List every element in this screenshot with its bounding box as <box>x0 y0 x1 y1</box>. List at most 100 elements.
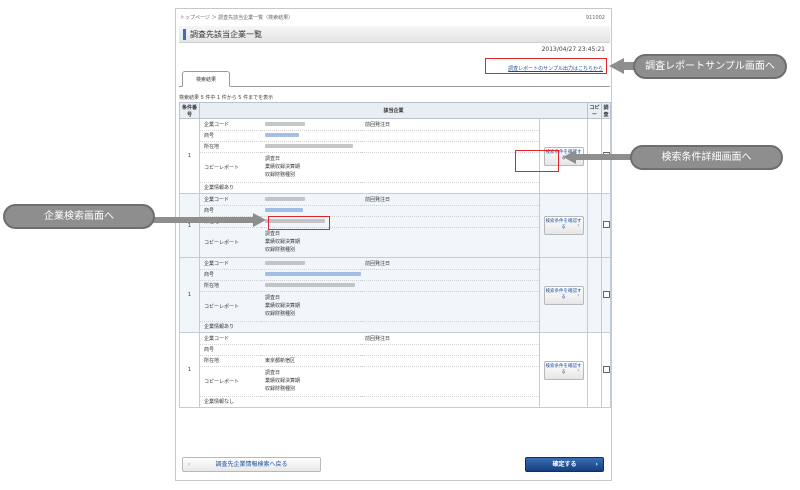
chevron-right-icon: › <box>577 291 580 299</box>
survey-cell <box>601 193 611 258</box>
company-info-status: 企業情報あり <box>204 185 235 192</box>
company-code-value <box>265 260 305 265</box>
survey-checkbox[interactable] <box>602 221 610 228</box>
tab-divider <box>179 86 610 87</box>
company-info-status: 企業情報あり <box>200 321 539 332</box>
action-cell: 検索条件を確認する › <box>538 332 589 408</box>
survey-checkbox[interactable] <box>602 151 610 159</box>
company-info-cell: 企業コード 前回発注日 商号 所在地 東京都新宿区 コピーレポート 調査日 業績… <box>199 332 540 408</box>
label-company-name: 商号 <box>200 205 261 217</box>
company-name-link[interactable] <box>265 133 299 137</box>
screen-id: 911002 <box>585 15 605 21</box>
header-condition-no: 条件番号 <box>179 102 200 119</box>
header-copy: コピー <box>587 102 603 119</box>
chevron-right-icon: › <box>577 366 580 374</box>
label-financial-type: 収録財務種別 <box>265 311 296 317</box>
chevron-right-icon: › <box>577 222 580 229</box>
title-bar: 調査先該当企業一覧 <box>179 26 610 43</box>
address-value <box>265 283 355 287</box>
confirm-button[interactable]: 確定する › <box>525 457 604 472</box>
label-settlement: 業績収録決算期 <box>265 378 301 384</box>
label-settlement: 業績収録決算期 <box>265 303 301 309</box>
search-detail-button[interactable]: 検索条件を確認する › <box>543 360 584 380</box>
results-table: 条件番号 該当企業 コピー 調査 1 企業コード 前回発注日 商号 所在地 コピ… <box>179 102 611 408</box>
table-row: 1 企業コード 前回発注日 商号 所在地 東京都新宿区 コピーレポート 調査日 <box>179 332 611 408</box>
label-company-code: 企業コード <box>200 333 261 345</box>
company-info-cell: 企業コード 前回発注日 商号 所在地 コピーレポート 調査日 業績収録決算期 収… <box>199 257 540 333</box>
table-header-row: 条件番号 該当企業 コピー 調査 <box>179 102 611 119</box>
label-company-name: 商号 <box>200 269 261 281</box>
copy-cell <box>587 257 603 333</box>
address-value <box>265 144 353 148</box>
company-code-value <box>265 121 305 126</box>
label-survey-date: 調査日 <box>265 156 281 162</box>
label-copy-report: コピーレポート <box>200 366 261 397</box>
callout-report-sample: 調査レポートサンプル画面へ <box>633 54 787 79</box>
action-cell: 検索条件を確認する › <box>538 257 589 333</box>
back-to-search-button[interactable]: ‹ 調査先企業情報検索へ戻る <box>182 457 321 472</box>
copy-cell <box>587 193 603 258</box>
search-detail-button[interactable]: 検索条件を確認する › <box>543 285 584 305</box>
row-number: 1 <box>179 257 200 333</box>
copy-cell <box>587 118 603 194</box>
company-info-cell: 企業コード 前回発注日 商号 所在地 コピーレポート 調査日 業績収録決算期 収… <box>199 193 540 258</box>
callout-search-detail: 検索条件詳細画面へ <box>630 145 783 170</box>
label-financial-type: 収録財務種別 <box>265 172 296 178</box>
copy-cell <box>587 332 603 408</box>
chevron-right-icon: › <box>595 461 598 468</box>
company-code-value <box>265 196 305 201</box>
label-address: 所在地 <box>200 141 261 153</box>
company-name-link[interactable] <box>265 272 361 276</box>
label-last-order: 前回発注日 <box>361 119 539 131</box>
row-number: 1 <box>179 193 200 258</box>
highlight-company-name-link <box>268 216 330 230</box>
survey-cell <box>601 332 611 408</box>
title-accent-bar <box>183 29 186 40</box>
label-copy-report: コピーレポート <box>200 291 261 322</box>
survey-checkbox[interactable] <box>602 365 610 373</box>
highlight-report-link <box>485 58 607 74</box>
label-survey-date: 調査日 <box>265 295 281 301</box>
label-last-order: 前回発注日 <box>361 194 539 206</box>
label-settlement: 業績収録決算期 <box>265 239 301 246</box>
company-name-link[interactable] <box>265 208 303 212</box>
label-last-order: 前回発注日 <box>361 333 539 345</box>
page-title: 調査先該当企業一覧 <box>190 30 262 39</box>
row-number: 1 <box>179 118 200 194</box>
survey-checkbox[interactable] <box>602 290 610 298</box>
callout-company-search: 企業検索画面へ <box>3 204 155 229</box>
action-cell: 検索条件を確認する › <box>538 193 589 258</box>
address-value: 東京都新宿区 <box>261 355 539 367</box>
label-survey-date: 調査日 <box>265 231 281 238</box>
survey-cell <box>601 257 611 333</box>
chevron-left-icon: ‹ <box>188 461 191 468</box>
result-count: 検索結果 5 件中 1 件から 5 件までを表示 <box>179 95 274 101</box>
label-address: 所在地 <box>200 280 261 292</box>
tab-search-results[interactable]: 検索結果 <box>182 71 230 87</box>
label-copy-report: コピーレポート <box>200 152 261 183</box>
timestamp: 2013/04/27 23:45:21 <box>541 46 605 53</box>
label-company-code: 企業コード <box>200 119 261 131</box>
label-settlement: 業績収録決算期 <box>265 164 301 170</box>
label-survey-date: 調査日 <box>265 370 281 376</box>
app-screen: トップページ ＞ 調査先該当企業一覧（検索結果） 911002 調査先該当企業一… <box>175 8 612 481</box>
label-financial-type: 収録財務種別 <box>265 386 296 392</box>
breadcrumb[interactable]: トップページ ＞ 調査先該当企業一覧（検索結果） <box>180 15 293 21</box>
header-company: 該当企業 <box>198 102 589 119</box>
header-survey: 調査 <box>601 102 611 119</box>
chevron-right-icon: › <box>577 152 580 160</box>
search-detail-button[interactable]: 検索条件を確認する › <box>543 216 584 235</box>
label-financial-type: 収録財務種別 <box>265 247 296 254</box>
company-info-cell: 企業コード 前回発注日 商号 所在地 コピーレポート 調査日 業績収録決算期 収… <box>199 118 540 194</box>
table-row: 1 企業コード 前回発注日 商号 所在地 コピーレポート 調査日 業績収録決算期… <box>179 257 611 333</box>
highlight-search-detail-button <box>515 150 559 172</box>
table-row: 1 企業コード 前回発注日 商号 所在地 コピーレポート 調査日 業績収録決算期… <box>179 193 611 258</box>
label-company-code: 企業コード <box>200 194 261 206</box>
label-company-code: 企業コード <box>200 258 261 270</box>
arrow-left-icon <box>609 58 636 74</box>
row-number: 1 <box>179 332 200 408</box>
label-last-order: 前回発注日 <box>361 258 539 270</box>
label-company-name: 商号 <box>200 130 261 142</box>
company-info-status: 企業情報なし <box>204 399 235 406</box>
label-address: 所在地 <box>200 355 261 367</box>
